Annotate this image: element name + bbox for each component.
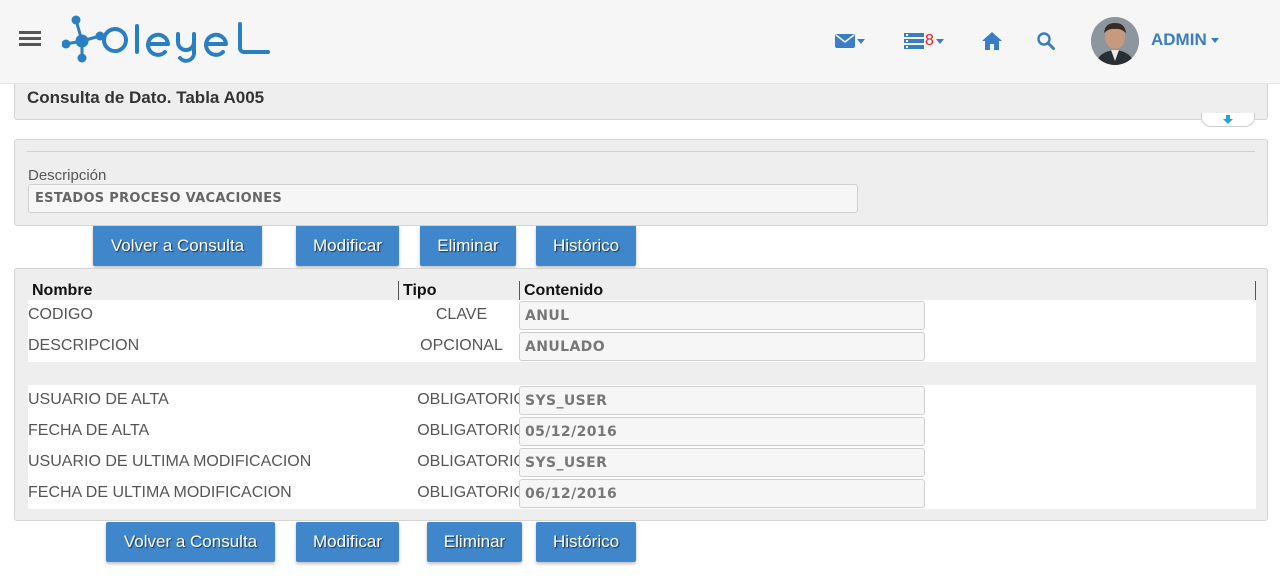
top-bar: 8 ADMIN (0, 0, 1280, 84)
field-value: 05/12/2016 (519, 417, 925, 446)
user-menu[interactable]: ADMIN (1151, 30, 1219, 50)
user-name: ADMIN (1151, 30, 1207, 49)
table-row: FECHA DE ALTA OBLIGATORIO 05/12/2016 (28, 416, 1256, 447)
modify-button[interactable]: Modificar (296, 226, 399, 266)
arrow-down-icon (1223, 115, 1233, 124)
delete-button[interactable]: Eliminar (420, 226, 516, 266)
field-name: DESCRIPCION (28, 337, 140, 354)
field-name: USUARIO DE ALTA (28, 391, 169, 408)
back-to-query-button[interactable]: Volver a Consulta (93, 226, 262, 266)
title-panel: Consulta de Dato. Tabla A005 (14, 84, 1268, 120)
field-type: OBLIGATORIO (417, 484, 526, 501)
user-avatar[interactable] (1091, 17, 1139, 65)
table-header: Nombre Tipo Contenido (28, 281, 1256, 300)
modify-button[interactable]: Modificar (296, 522, 399, 562)
delete-button[interactable]: Eliminar (427, 522, 522, 562)
field-type: OPCIONAL (420, 337, 503, 354)
field-value: ANUL (519, 301, 925, 330)
field-type: OBLIGATORIO (417, 422, 526, 439)
tasks-count-badge: 8 (925, 32, 934, 49)
envelope-icon (835, 34, 855, 48)
column-header-content: Contenido (519, 281, 819, 300)
search-button[interactable] (1037, 28, 1055, 54)
collapse-toggle[interactable] (1201, 113, 1255, 127)
field-name: FECHA DE ULTIMA MODIFICACION (28, 484, 292, 501)
field-name: CODIGO (28, 306, 93, 323)
description-panel: Descripción ESTADOS PROCESO VACACIONES (14, 139, 1268, 226)
column-header-type: Tipo (398, 281, 519, 300)
field-value: 06/12/2016 (519, 479, 925, 508)
field-type: OBLIGATORIO (417, 453, 526, 470)
table-row: CODIGO CLAVE ANUL (28, 300, 1256, 331)
field-value: ANULADO (519, 332, 925, 361)
home-button[interactable] (982, 28, 1002, 54)
panel-divider (27, 151, 1255, 152)
data-panel: Nombre Tipo Contenido CODIGO CLAVE ANUL … (14, 268, 1268, 521)
chevron-down-icon (857, 38, 865, 44)
table-row: USUARIO DE ALTA OBLIGATORIO SYS_USER (28, 385, 1256, 416)
tasks-menu[interactable]: 8 (904, 28, 944, 54)
table-group-main: CODIGO CLAVE ANUL DESCRIPCION OPCIONAL A… (28, 300, 1256, 362)
table-row: USUARIO DE ULTIMA MODIFICACION OBLIGATOR… (28, 447, 1256, 478)
search-icon (1037, 32, 1055, 50)
chevron-down-icon (935, 38, 944, 44)
field-type: OBLIGATORIO (417, 391, 526, 408)
history-button[interactable]: Histórico (536, 522, 636, 562)
mail-menu[interactable] (835, 28, 865, 54)
field-name: FECHA DE ALTA (28, 422, 150, 439)
home-icon (982, 32, 1002, 50)
column-header-name: Nombre (32, 282, 93, 299)
table-row: DESCRIPCION OPCIONAL ANULADO (28, 331, 1256, 362)
field-type: CLAVE (435, 306, 488, 323)
back-to-query-button[interactable]: Volver a Consulta (106, 522, 275, 562)
description-label: Descripción (28, 167, 107, 184)
task-list-icon (904, 33, 924, 49)
user-photo-icon (1091, 17, 1139, 65)
field-name: USUARIO DE ULTIMA MODIFICACION (28, 453, 312, 470)
history-button[interactable]: Histórico (536, 226, 636, 266)
hamburger-menu-icon[interactable] (19, 31, 41, 51)
table-row: FECHA DE ULTIMA MODIFICACION OBLIGATORIO… (28, 478, 1256, 509)
deyel-logo-graphic (61, 15, 270, 63)
field-value: SYS_USER (519, 386, 925, 415)
description-field: ESTADOS PROCESO VACACIONES (28, 184, 858, 213)
table-group-audit: USUARIO DE ALTA OBLIGATORIO SYS_USER FEC… (28, 385, 1256, 509)
page-title: Consulta de Dato. Tabla A005 (27, 88, 265, 107)
field-value: SYS_USER (519, 448, 925, 477)
deyel-logo[interactable] (61, 14, 292, 64)
chevron-down-icon (1210, 37, 1219, 43)
